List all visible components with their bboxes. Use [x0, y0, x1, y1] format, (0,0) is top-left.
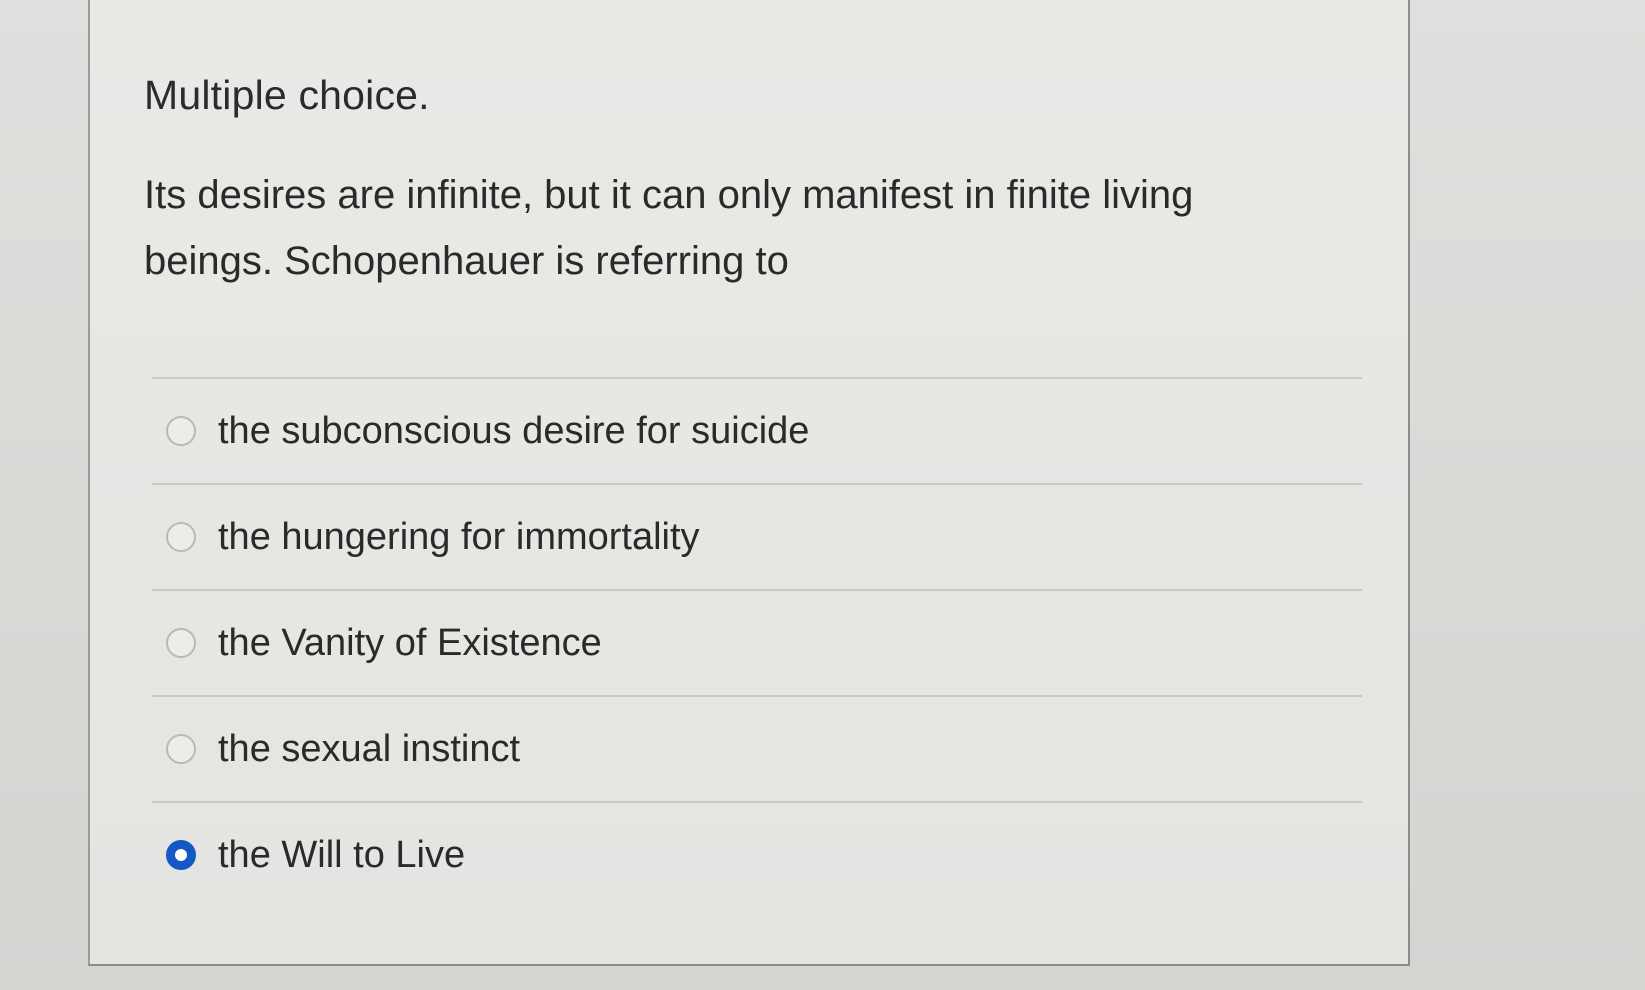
choice-label: the sexual instinct	[218, 727, 521, 770]
radio-button-icon[interactable]	[166, 416, 196, 446]
radio-button-icon[interactable]	[166, 522, 196, 552]
question-text: Its desires are infinite, but it can onl…	[144, 173, 1194, 283]
question-card: Multiple choice. Its desires are infinit…	[88, 0, 1410, 966]
choice-option-3[interactable]: the Vanity of Existence	[152, 591, 1362, 695]
answer-choices: the subconscious desire for suicide the …	[152, 377, 1362, 907]
radio-button-icon[interactable]	[166, 628, 196, 658]
question-type-label: Multiple choice.	[144, 72, 430, 118]
choice-option-2[interactable]: the hungering for immortality	[152, 485, 1362, 589]
choice-option-4[interactable]: the sexual instinct	[152, 697, 1362, 801]
choice-label: the Vanity of Existence	[218, 621, 602, 664]
radio-button-selected-icon[interactable]	[166, 840, 196, 870]
choice-option-1[interactable]: the subconscious desire for suicide	[152, 379, 1362, 483]
choice-option-5[interactable]: the Will to Live	[152, 803, 1362, 907]
choice-label: the hungering for immortality	[218, 515, 700, 558]
radio-button-icon[interactable]	[166, 734, 196, 764]
choice-label: the subconscious desire for suicide	[218, 409, 810, 452]
choice-label: the Will to Live	[218, 833, 466, 876]
